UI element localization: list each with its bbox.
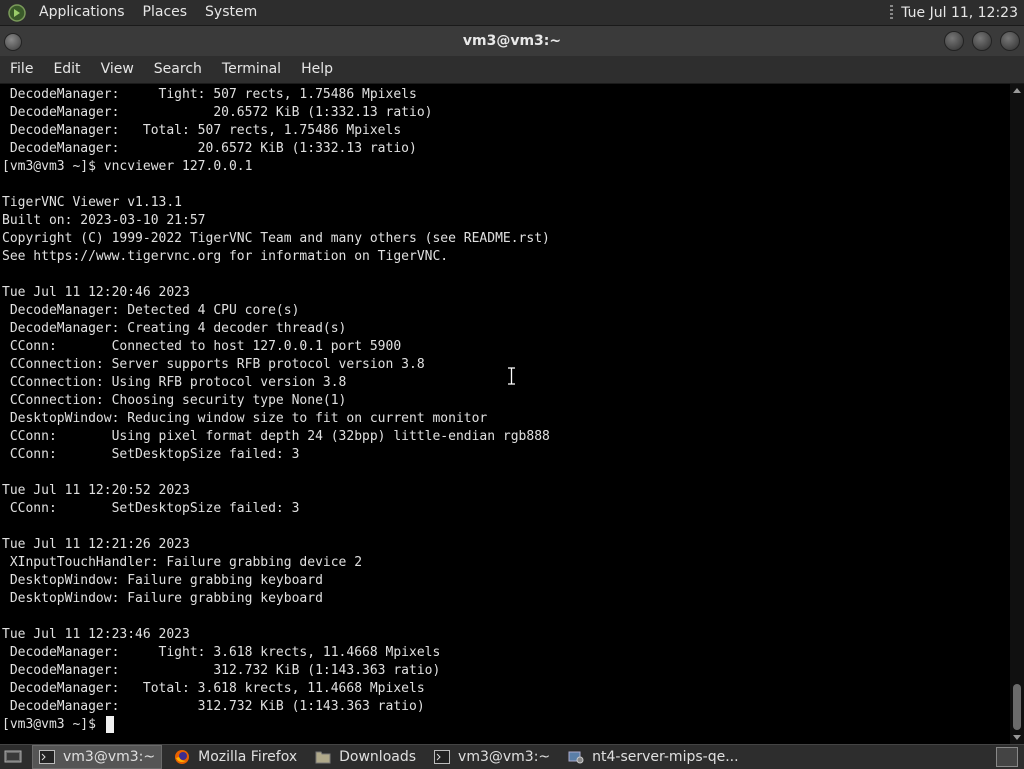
taskbar-item-firefox[interactable]: Mozilla Firefox bbox=[168, 746, 303, 768]
terminal-menubar: File Edit View Search Terminal Help bbox=[0, 56, 1024, 84]
taskbar-item-label: vm3@vm3:~ bbox=[458, 749, 551, 765]
minimize-button[interactable] bbox=[944, 31, 964, 51]
menu-terminal[interactable]: Terminal bbox=[212, 56, 291, 83]
window-title: vm3@vm3:~ bbox=[462, 33, 562, 49]
menu-help[interactable]: Help bbox=[291, 56, 343, 83]
taskbar-item-nt4-server[interactable]: nt4-server-mips-qe... bbox=[562, 746, 744, 768]
taskbar-item-label: nt4-server-mips-qe... bbox=[592, 749, 739, 765]
scrollbar-thumb[interactable] bbox=[1013, 684, 1021, 730]
scroll-down-icon[interactable] bbox=[1013, 735, 1021, 740]
taskbar-item-label: Downloads bbox=[339, 749, 417, 765]
menu-view[interactable]: View bbox=[91, 56, 144, 83]
taskbar-item-label: vm3@vm3:~ bbox=[63, 749, 156, 765]
maximize-button[interactable] bbox=[972, 31, 992, 51]
window-titlebar[interactable]: vm3@vm3:~ bbox=[0, 26, 1024, 56]
terminal-text: DecodeManager: Tight: 507 rects, 1.75486… bbox=[2, 87, 550, 732]
terminal-output-area[interactable]: DecodeManager: Tight: 507 rects, 1.75486… bbox=[0, 84, 1010, 744]
distro-logo-icon[interactable] bbox=[6, 2, 28, 24]
ibeam-cursor-icon bbox=[508, 367, 515, 385]
panel-separator-handle bbox=[890, 4, 894, 21]
places-menu[interactable]: Places bbox=[134, 0, 197, 25]
menu-file[interactable]: File bbox=[0, 56, 43, 83]
app-icon bbox=[568, 749, 584, 765]
terminal-cursor bbox=[106, 716, 114, 733]
window-controls bbox=[944, 31, 1020, 51]
scroll-up-icon[interactable] bbox=[1013, 88, 1021, 93]
taskbar-item-downloads[interactable]: Downloads bbox=[309, 746, 422, 768]
taskbar-item-terminal-1[interactable]: vm3@vm3:~ bbox=[32, 745, 163, 769]
show-desktop-icon[interactable] bbox=[2, 746, 24, 768]
workspace-switcher[interactable] bbox=[996, 747, 1018, 767]
folder-icon bbox=[315, 749, 331, 765]
applications-menu[interactable]: Applications bbox=[30, 0, 134, 25]
bottom-taskbar: vm3@vm3:~ Mozilla Firefox Downloads vm3@… bbox=[0, 744, 1024, 769]
close-button[interactable] bbox=[1000, 31, 1020, 51]
terminal-icon bbox=[39, 749, 55, 765]
clock[interactable]: Tue Jul 11, 12:23 bbox=[901, 5, 1024, 21]
terminal-scrollbar[interactable] bbox=[1010, 84, 1024, 744]
taskbar-item-terminal-2[interactable]: vm3@vm3:~ bbox=[428, 746, 556, 768]
taskbar-item-label: Mozilla Firefox bbox=[198, 749, 298, 765]
terminal-icon bbox=[434, 749, 451, 765]
top-panel: Applications Places System Tue Jul 11, 1… bbox=[0, 0, 1024, 26]
system-menu[interactable]: System bbox=[196, 0, 266, 25]
menu-edit[interactable]: Edit bbox=[43, 56, 90, 83]
menu-search[interactable]: Search bbox=[144, 56, 212, 83]
window-menu-button[interactable] bbox=[4, 33, 22, 51]
firefox-icon bbox=[174, 749, 190, 765]
